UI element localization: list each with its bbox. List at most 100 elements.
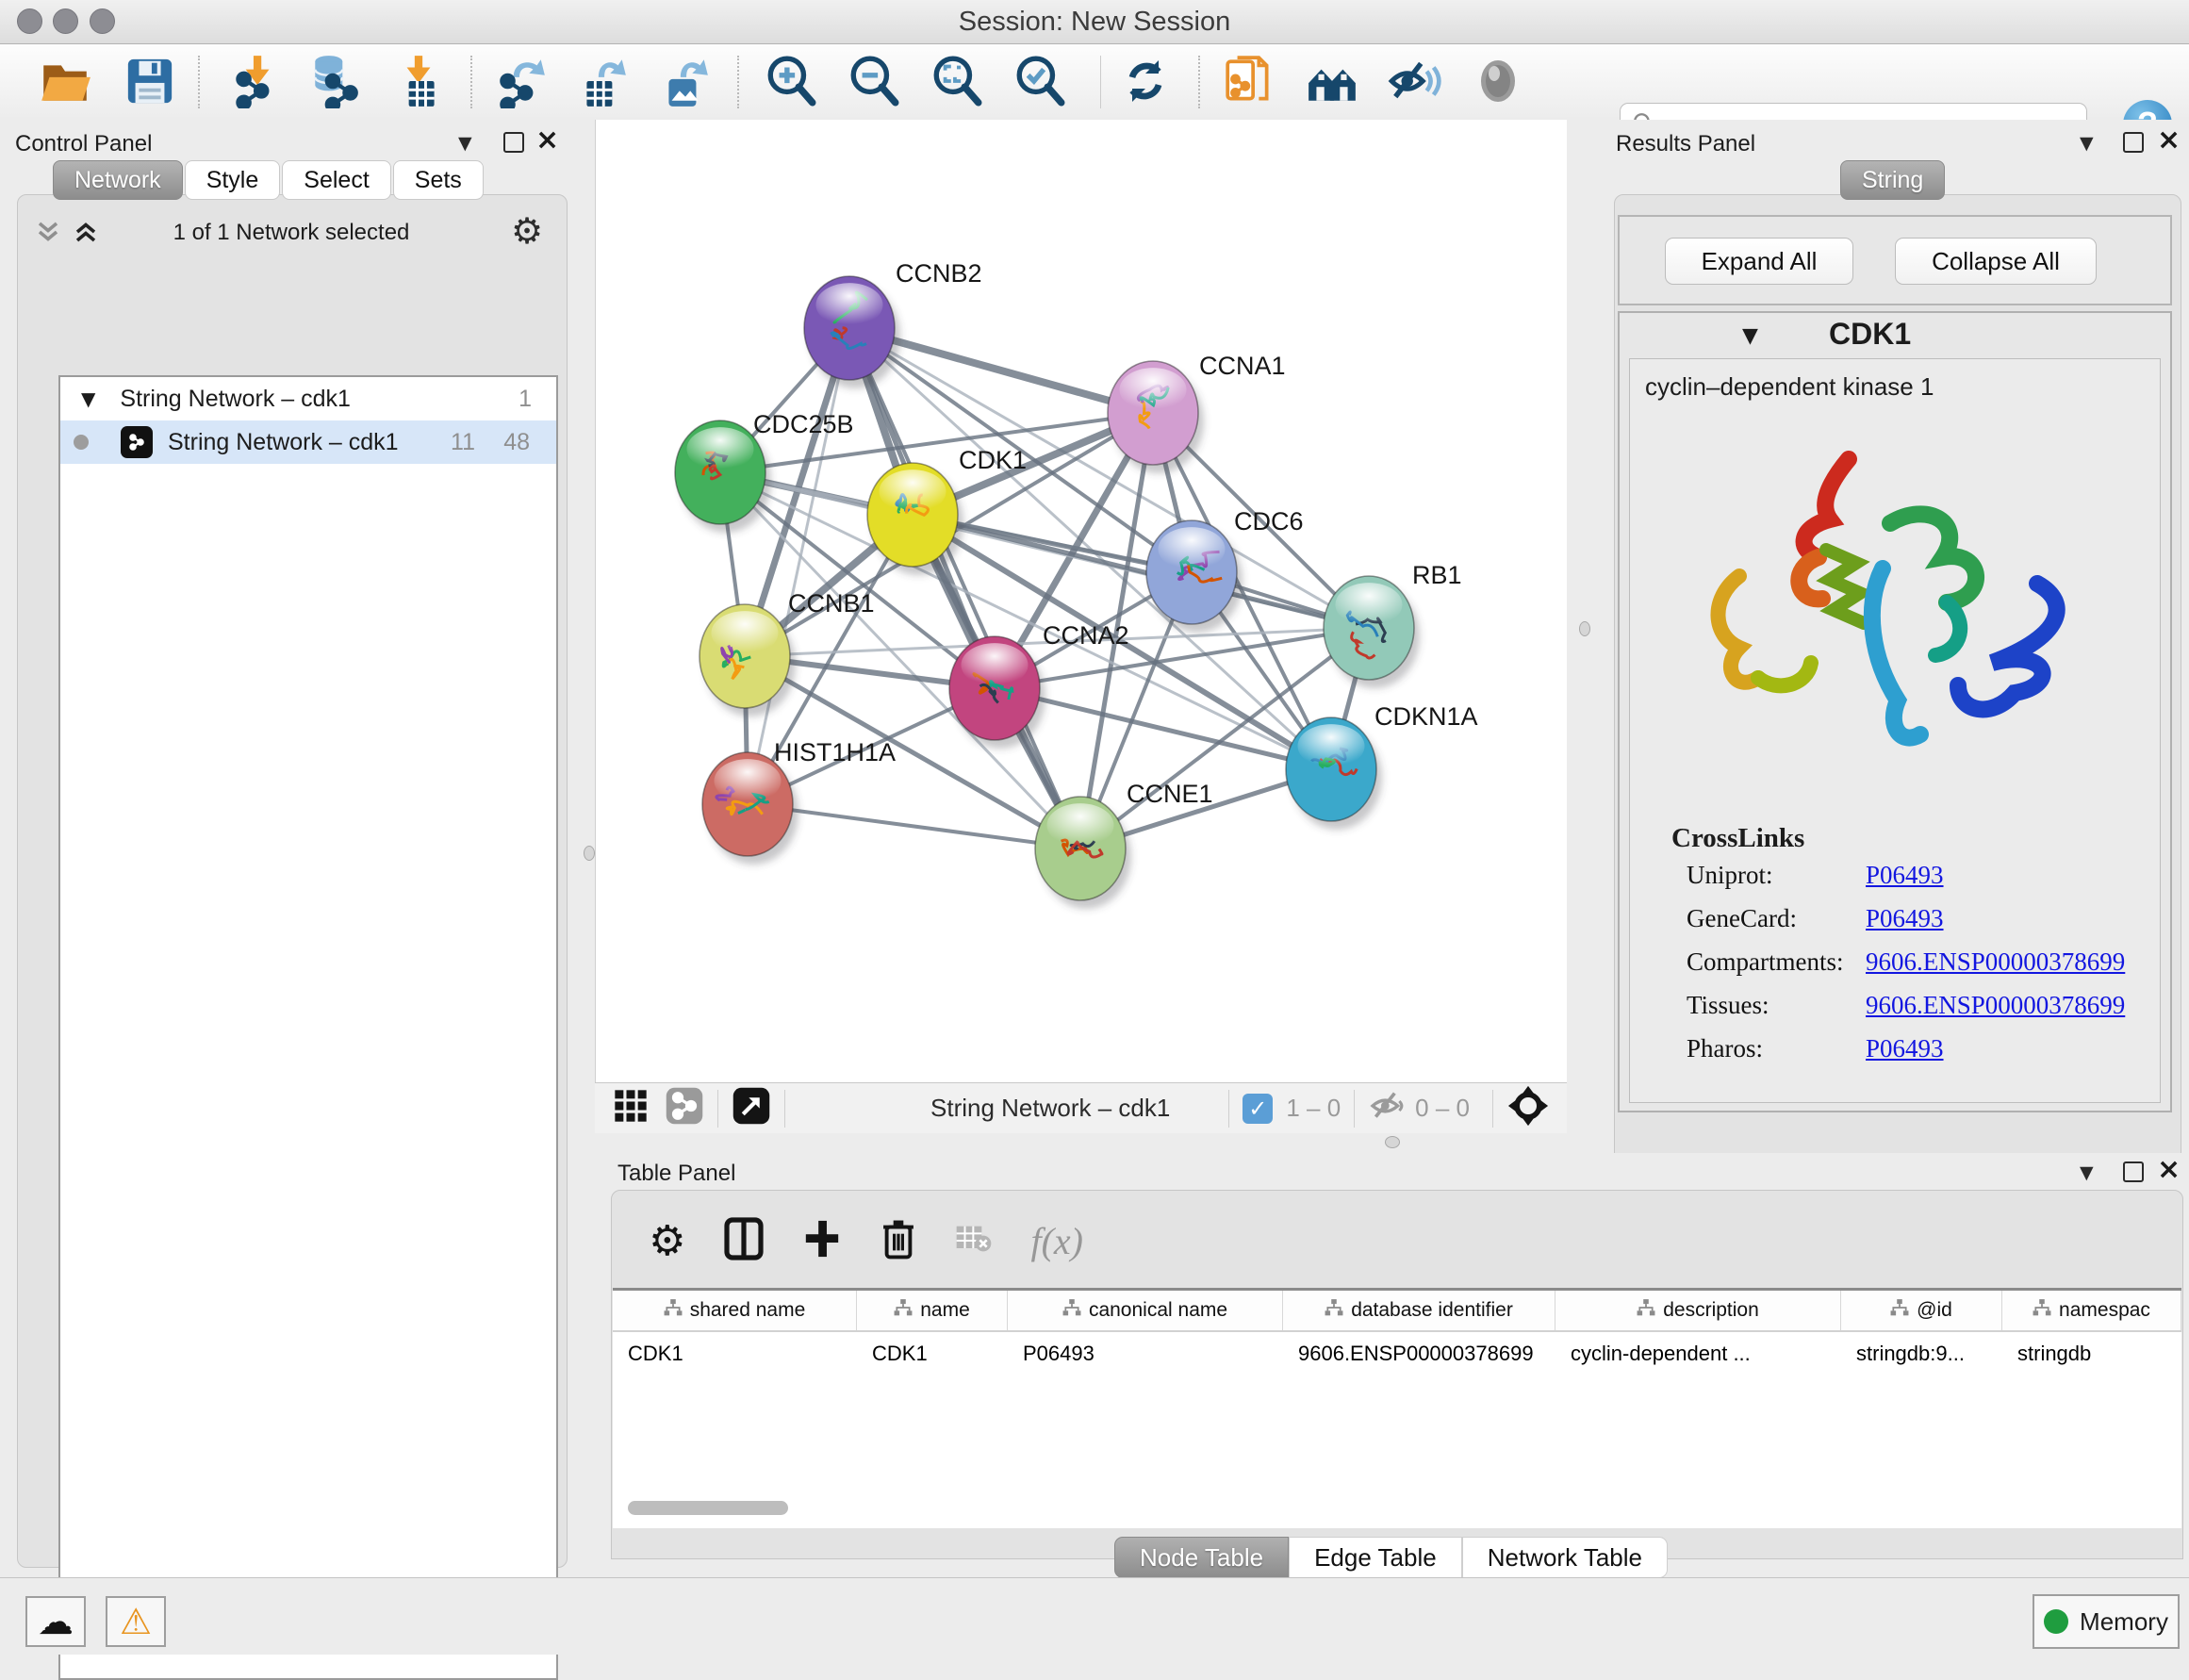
network-tree-row[interactable]: String Network – cdk11148 [60, 420, 556, 464]
crosslink-link[interactable]: P06493 [1866, 861, 1944, 890]
float-panel-button[interactable]: ▼ [2080, 1162, 2094, 1183]
network-options-gear-icon[interactable]: ⚙ [511, 210, 543, 252]
table-cell[interactable]: cyclin-dependent ... [1555, 1342, 1841, 1366]
column-header-namespac[interactable]: namespac [2002, 1291, 2181, 1330]
float-panel-button[interactable]: ▼ [458, 133, 472, 154]
maximize-panel-button[interactable] [2123, 1161, 2144, 1182]
expand-all-button[interactable]: Expand All [1665, 238, 1853, 285]
node-CCNE1[interactable] [1035, 797, 1131, 909]
node-RB1[interactable] [1324, 576, 1420, 688]
collapse-gene-icon[interactable]: ▼ [1742, 324, 1758, 348]
column-header-shared-name[interactable]: shared name [613, 1291, 857, 1330]
crosslink-link[interactable]: 9606.ENSP00000378699 [1866, 947, 2125, 977]
right-splitter[interactable] [1567, 120, 1603, 1153]
node-CCNA1[interactable] [1108, 361, 1204, 473]
network-tree-row[interactable]: ▼String Network – cdk11 [60, 377, 556, 420]
string-share-icon[interactable] [665, 1086, 704, 1130]
close-panel-button[interactable]: × [2157, 130, 2181, 151]
close-panel-button[interactable]: × [535, 130, 559, 151]
zoom-out-button[interactable] [845, 52, 903, 110]
node-CDC6[interactable] [1146, 520, 1243, 633]
splitter-handle[interactable] [1385, 1136, 1400, 1148]
crosslink-link[interactable]: P06493 [1866, 904, 1944, 933]
float-panel-button[interactable]: ▼ [2080, 133, 2094, 154]
tab-edge-table[interactable]: Edge Table [1289, 1537, 1462, 1578]
refresh-button[interactable] [1116, 52, 1175, 110]
tab-select[interactable]: Select [282, 160, 390, 200]
main-toolbar: ? [0, 44, 2189, 121]
crosslink-link[interactable]: P06493 [1866, 1034, 1944, 1063]
tab-node-table[interactable]: Node Table [1114, 1537, 1289, 1578]
network-graph[interactable]: CCNB2CCNA1CDC25BCDK1CDC6RB1CCNB1CCNA2CDK… [596, 120, 1568, 1082]
warnings-button[interactable]: ⚠ [106, 1596, 166, 1647]
tab-network-table[interactable]: Network Table [1462, 1537, 1668, 1578]
hidden-eye-slash-icon[interactable] [1368, 1087, 1406, 1129]
crosshair-icon[interactable] [1506, 1084, 1550, 1132]
delete-table-icon [955, 1222, 993, 1260]
table-cell[interactable]: CDK1 [613, 1342, 857, 1366]
toolbar-separator [470, 56, 472, 108]
network-canvas[interactable]: CCNB2CCNA1CDC25BCDK1CDC6RB1CCNB1CCNA2CDK… [595, 120, 1568, 1082]
cloud-button[interactable]: ☁ [25, 1596, 86, 1647]
clone-network-button[interactable] [1220, 52, 1278, 110]
show-columns-icon[interactable] [723, 1216, 765, 1266]
left-splitter[interactable] [583, 120, 595, 1577]
maximize-panel-button[interactable] [2123, 132, 2144, 153]
node-table[interactable]: shared namenamecanonical namedatabase id… [613, 1288, 2181, 1528]
maximize-panel-button[interactable] [503, 132, 524, 153]
column-header--id[interactable]: @id [1841, 1291, 2002, 1330]
show-graphics-button[interactable] [1469, 52, 1527, 110]
zoom-selected-button[interactable] [1011, 52, 1069, 110]
table-cell[interactable]: stringdb:9... [1841, 1342, 2002, 1366]
tab-style[interactable]: Style [185, 160, 281, 200]
memory-button[interactable]: Memory [2033, 1594, 2180, 1649]
crosslink-label: Compartments: [1687, 947, 1866, 977]
splitter-handle[interactable] [584, 846, 595, 861]
export-network-button[interactable] [492, 52, 551, 110]
edge-CCNB2-HIST1H1A[interactable] [748, 328, 849, 804]
tab-sets[interactable]: Sets [393, 160, 484, 200]
collapse-all-button[interactable]: Collapse All [1895, 238, 2097, 285]
import-database-button[interactable] [305, 52, 364, 110]
node-CCNA2[interactable] [949, 636, 1045, 749]
table-row[interactable]: CDK1CDK1P064939606.ENSP00000378699cyclin… [613, 1332, 2181, 1375]
close-panel-button[interactable]: × [2157, 1160, 2181, 1180]
column-header-name[interactable]: name [857, 1291, 1008, 1330]
column-header-database-identifier[interactable]: database identifier [1283, 1291, 1555, 1330]
tab-network[interactable]: Network [53, 160, 183, 200]
import-table-button[interactable] [389, 52, 448, 110]
column-type-icon [1325, 1298, 1343, 1323]
table-horizontal-scrollbar[interactable] [628, 1501, 788, 1515]
node-CDKN1A[interactable] [1286, 717, 1382, 830]
column-header-canonical-name[interactable]: canonical name [1008, 1291, 1283, 1330]
network-tree: ▼String Network – cdk11String Network – … [58, 375, 558, 1680]
export-image-button[interactable] [655, 52, 714, 110]
node-CDK1[interactable] [867, 463, 963, 575]
open-session-button[interactable] [36, 52, 94, 110]
delete-column-icon[interactable] [880, 1217, 917, 1265]
birdseye-view-icon[interactable] [612, 1087, 650, 1129]
tab-string[interactable]: String [1840, 160, 1945, 200]
hide-labels-button[interactable] [1386, 52, 1444, 110]
table-cell[interactable]: CDK1 [857, 1342, 1008, 1366]
export-table-button[interactable] [573, 52, 632, 110]
node-HIST1H1A[interactable] [702, 752, 798, 865]
column-header-description[interactable]: description [1555, 1291, 1841, 1330]
selected-checkbox-icon[interactable]: ✓ [1243, 1094, 1273, 1124]
edge-CCNB2-CCNE1[interactable] [849, 328, 1080, 848]
home-button[interactable] [1303, 52, 1361, 110]
save-session-button[interactable] [121, 52, 179, 110]
zoom-in-button[interactable] [762, 52, 820, 110]
table-cell[interactable]: 9606.ENSP00000378699 [1283, 1342, 1555, 1366]
collapse-icon[interactable]: ▼ [81, 387, 95, 410]
table-options-gear-icon[interactable]: ⚙ [649, 1217, 685, 1265]
table-cell[interactable]: stringdb [2002, 1342, 2181, 1366]
splitter-handle[interactable] [1579, 621, 1590, 636]
add-column-icon[interactable] [802, 1217, 842, 1265]
table-cell[interactable]: P06493 [1008, 1342, 1283, 1366]
zoom-fit-button[interactable] [928, 52, 986, 110]
open-in-window-icon[interactable] [732, 1086, 771, 1130]
node-CCNB2[interactable] [804, 276, 900, 388]
crosslink-link[interactable]: 9606.ENSP00000378699 [1866, 991, 2125, 1020]
import-network-button[interactable] [226, 52, 285, 110]
